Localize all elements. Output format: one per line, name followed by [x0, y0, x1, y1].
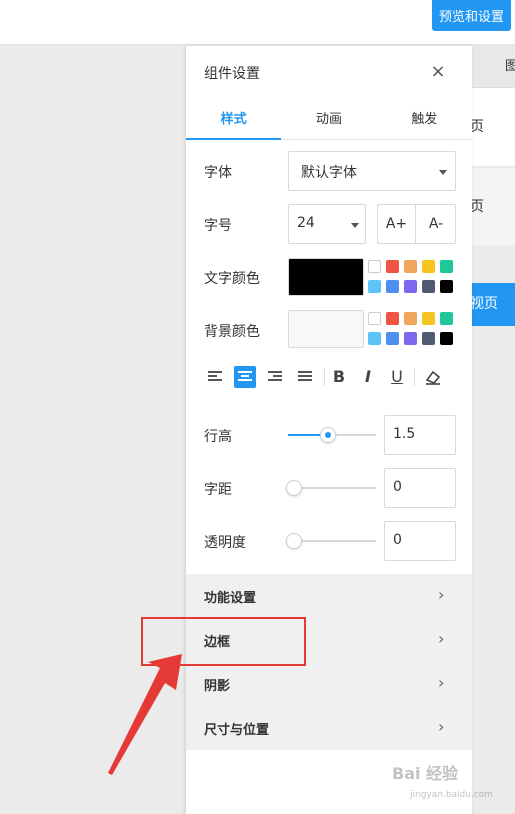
- annotation-arrow-icon: [108, 654, 182, 775]
- watermark-url: jingyan.baidu.com: [410, 790, 494, 800]
- watermark-logo: Bai 经验: [392, 764, 459, 783]
